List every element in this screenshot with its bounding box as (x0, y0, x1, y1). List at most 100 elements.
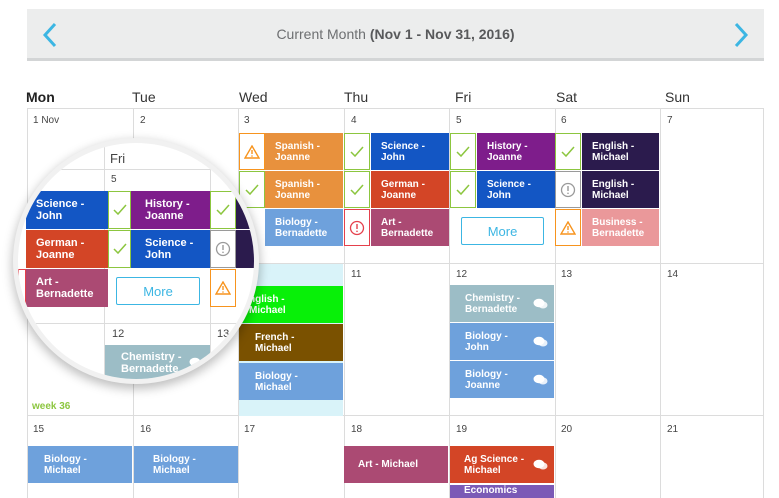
check-status[interactable] (108, 230, 131, 268)
event-card[interactable] (236, 230, 254, 268)
event-card[interactable]: Science - John (26, 191, 108, 229)
checkmark-icon (112, 243, 127, 255)
chat-icon (533, 459, 548, 469)
day-number: 12 (456, 269, 468, 280)
grid-line (18, 169, 254, 170)
event-card[interactable]: Chemistry - Bernadette (105, 345, 210, 379)
event-card[interactable]: Chemistry - Bernadette (450, 285, 554, 322)
day-number: 13 (217, 328, 230, 340)
event-card[interactable]: Art - Bernadette (26, 269, 108, 307)
event-card[interactable]: Biology - John (450, 323, 554, 360)
chat-icon (533, 374, 548, 384)
event-card[interactable]: Science - John (131, 230, 210, 268)
warning-icon (560, 220, 576, 235)
check-status[interactable] (555, 133, 581, 170)
alert-circle-icon (560, 182, 576, 197)
day-number: 20 (561, 424, 573, 435)
warning-status[interactable] (239, 133, 265, 170)
event-card[interactable] (236, 191, 254, 229)
checkmark-icon (561, 146, 575, 157)
event-card[interactable]: Spanish - Joanne (265, 171, 343, 208)
day-number: 1 Nov (33, 115, 60, 126)
next-month-button[interactable] (726, 18, 756, 52)
chat-icon (533, 298, 548, 308)
day-number: 18 (351, 424, 363, 435)
month-title: Current Month (Nov 1 - Nov 31, 2016) (276, 26, 515, 42)
dow-wed: Wed (239, 89, 268, 105)
event-card[interactable]: Ag Science - Michael (450, 446, 554, 483)
check-status[interactable] (344, 171, 370, 208)
month-header: Current Month (Nov 1 - Nov 31, 2016) (27, 9, 764, 61)
info-status[interactable] (555, 171, 581, 208)
day-number: 12 (112, 328, 125, 340)
day-number: 6 (561, 115, 567, 126)
event-card[interactable]: Science - John (477, 171, 555, 208)
magnifier-lens: Fri 5 Science - John History - Joanne Ge… (18, 143, 254, 379)
warning-icon (244, 144, 260, 159)
event-card[interactable]: Economics (450, 485, 554, 498)
day-number: 21 (667, 424, 679, 435)
day-number: 7 (667, 115, 673, 126)
dow-sun: Sun (665, 89, 690, 105)
check-status[interactable] (210, 191, 236, 229)
event-card[interactable]: Art - Michael (344, 446, 448, 483)
checkmark-icon (456, 184, 470, 195)
check-status[interactable] (450, 133, 476, 170)
day-number: 11 (351, 269, 362, 280)
warning-icon (215, 281, 231, 295)
event-card[interactable]: nglish - Michael (239, 286, 343, 323)
day-number: 17 (244, 424, 256, 435)
dow-sat: Sat (556, 89, 578, 105)
event-card[interactable]: Biology - Bernadette (265, 209, 343, 246)
checkmark-icon (456, 146, 470, 157)
day-number: 2 (140, 115, 146, 126)
day-number: 16 (140, 424, 152, 435)
day-number: 3 (244, 115, 250, 126)
event-card[interactable]: Business - Bernadette (582, 209, 659, 246)
more-button[interactable]: More (461, 217, 544, 245)
chat-icon (189, 357, 204, 368)
dow-mon: Mon (26, 89, 55, 105)
event-card[interactable]: English - Michael (582, 171, 659, 208)
check-status[interactable] (344, 133, 370, 170)
day-number: 14 (667, 269, 679, 280)
alert-status[interactable] (344, 209, 370, 246)
warning-status[interactable] (555, 209, 581, 246)
day-number: 4 (351, 115, 357, 126)
dow-fri: Fri (455, 89, 472, 105)
event-card[interactable]: Spanish - Joanne (265, 133, 343, 170)
event-card[interactable]: German - Joanne (371, 171, 449, 208)
grid-line (27, 108, 764, 109)
magnified-day-header: Fri (110, 151, 126, 166)
grid-line (18, 323, 254, 324)
more-button[interactable]: More (116, 277, 200, 305)
day-number: 5 (456, 115, 462, 126)
dow-thu: Thu (344, 89, 369, 105)
event-card[interactable]: Biology - Michael (239, 363, 343, 400)
check-status[interactable] (108, 191, 131, 229)
checkmark-icon (112, 204, 127, 216)
checkmark-icon (350, 146, 364, 157)
info-status[interactable] (210, 230, 236, 268)
event-card[interactable]: French - Michael (239, 324, 343, 361)
grid-line (27, 415, 764, 416)
day-number: 5 (111, 174, 117, 185)
check-status[interactable] (450, 171, 476, 208)
alert-status[interactable] (18, 269, 26, 307)
event-card[interactable]: Science - John (371, 133, 449, 170)
event-card[interactable]: Biology - Michael (28, 446, 132, 483)
event-card[interactable]: Biology - Michael (134, 446, 238, 483)
event-card[interactable]: History - Joanne (131, 191, 210, 229)
week-label: week 36 (32, 401, 71, 412)
warning-status[interactable] (210, 269, 236, 307)
event-card[interactable]: English - Michael (582, 133, 659, 170)
day-number: 19 (456, 424, 468, 435)
chevron-right-icon (734, 22, 749, 48)
checkmark-icon (216, 204, 230, 216)
event-card[interactable]: Art - Bernadette (371, 209, 449, 246)
event-card[interactable]: German - Joanne (26, 230, 108, 268)
event-card[interactable]: Biology - Joanne (450, 361, 554, 398)
day-number: 13 (561, 269, 573, 280)
event-card[interactable]: History - Joanne (477, 133, 555, 170)
grid-line (763, 108, 764, 498)
